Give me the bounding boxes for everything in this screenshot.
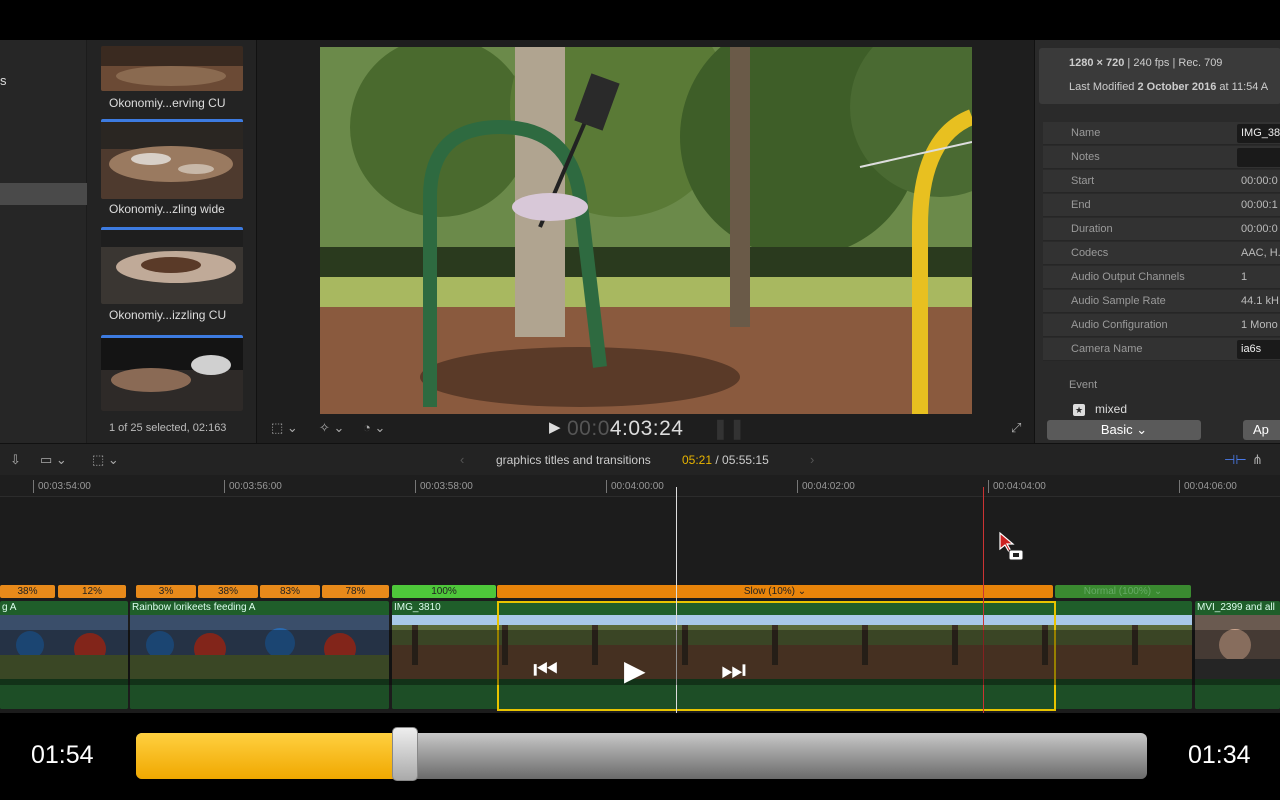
scrub-fill <box>136 733 405 779</box>
ruler-tick: 00:04:00:00 <box>606 480 664 493</box>
ruler-tick: 00:03:58:00 <box>415 480 473 493</box>
browser-clip-label: Okonomiy...izzling CU <box>109 308 227 322</box>
pause-icon: ❚❚ <box>712 418 746 440</box>
project-time: 05:21 / 05:55:15 <box>682 453 769 467</box>
append-icon[interactable]: ▭ ⌄ <box>40 452 67 468</box>
ruler-tick: 00:03:54:00 <box>33 480 91 493</box>
enhance-icon[interactable]: ✧ ⌄ <box>319 420 344 436</box>
audio-skimming-icon[interactable]: ⋔ <box>1252 452 1263 468</box>
remaining-time: 01:34 <box>1188 741 1251 769</box>
play-button[interactable]: ▶ <box>624 654 646 687</box>
viewer-toolbar: ⬚ ⌄ ✧ ⌄ ◔ ⌄ ▶ 00:04:03:24 ❚❚ ⤢ <box>257 414 1034 443</box>
browser-clip-label: Okonomiy...zling wide <box>109 202 225 216</box>
event-label: Event <box>1069 379 1098 391</box>
ruler-tick: 00:03:56:00 <box>224 480 282 493</box>
fcp-window: s Okonomiy...erving CU Okonomiy...zling … <box>0 0 1280 800</box>
clip-browser: Okonomiy...erving CU Okonomiy...zling wi… <box>87 40 257 443</box>
ruler-tick: 00:04:04:00 <box>988 480 1046 493</box>
fullscreen-icon[interactable]: ⤢ <box>1011 420 1021 436</box>
inspector: 1280 × 720 | 240 fps | Rec. 709 Last Mod… <box>1034 40 1280 443</box>
browser-clip-thumbnail[interactable] <box>101 335 243 411</box>
meta-row-audio-channels: Audio Output Channels 1 <box>1043 266 1280 289</box>
speed-segment[interactable]: 38% <box>0 585 55 598</box>
basic-view-button[interactable]: Basic ⌄ <box>1047 420 1201 440</box>
speed-segment[interactable]: 78% <box>322 585 389 598</box>
browser-clip-label: Okonomiy...erving CU <box>109 96 226 110</box>
viewer-video-frame[interactable] <box>320 47 972 414</box>
meta-row-sample-rate: Audio Sample Rate 44.1 kH <box>1043 290 1280 313</box>
back-icon[interactable]: ‹ <box>460 452 464 467</box>
speed-segment[interactable]: 83% <box>260 585 320 598</box>
meta-row-duration: Duration 00:00:0 <box>1043 218 1280 241</box>
timeline-header: ⇩ ▭ ⌄ ⬚ ⌄ ‹ graphics titles and transiti… <box>0 443 1280 475</box>
speed-segment[interactable]: 12% <box>58 585 126 598</box>
event-value: ★ mixed <box>1073 402 1128 416</box>
speed-segment-slow[interactable]: Slow (10%) ⌄ <box>497 585 1053 598</box>
selection-bar <box>101 335 243 338</box>
forward-icon[interactable]: › <box>810 452 814 467</box>
modified-info: Last Modified 2 October 2016 at 11:54 A <box>1069 81 1269 93</box>
timeline-body[interactable]: 38% 12% 3% 38% 83% 78% 100% Slow (10%) ⌄… <box>0 487 1280 713</box>
browser-selection-status: 1 of 25 selected, 02:163 <box>109 422 227 434</box>
play-icon[interactable]: ▶ <box>549 418 561 436</box>
inspector-footer: Basic ⌄ Ap <box>1035 416 1280 443</box>
meta-row-camera-name: Camera Name ia6s <box>1043 338 1280 361</box>
browser-clip-thumbnail[interactable] <box>101 46 243 91</box>
meta-row-audio-config: Audio Configuration 1 Mono <box>1043 314 1280 337</box>
apply-button[interactable]: Ap <box>1243 420 1280 440</box>
next-icon[interactable]: ⏭ <box>721 654 746 687</box>
viewer: ⬚ ⌄ ✧ ⌄ ◔ ⌄ ▶ 00:04:03:24 ❚❚ ⤢ <box>257 40 1034 443</box>
speed-segment-normal[interactable]: Normal (100%) ⌄ <box>1055 585 1191 598</box>
sidebar-selected-item[interactable] <box>0 183 87 205</box>
scrub-bar: 01:54 01:34 <box>0 713 1280 800</box>
retime-cursor-icon <box>999 531 1024 561</box>
speed-segment[interactable]: 38% <box>198 585 258 598</box>
tool-icon[interactable]: ⬚ ⌄ <box>92 452 119 468</box>
meta-row-start: Start 00:00:0 <box>1043 170 1280 193</box>
meta-row-end: End 00:00:1 <box>1043 194 1280 217</box>
project-name: graphics titles and transitions <box>496 453 651 467</box>
format-info: 1280 × 720 | 240 fps | Rec. 709 <box>1069 57 1223 69</box>
ruler-tick: 00:04:02:00 <box>797 480 855 493</box>
selection-bar <box>101 227 243 230</box>
speed-segment[interactable]: 3% <box>136 585 196 598</box>
selection-bar <box>101 119 243 122</box>
ruler-tick: 00:04:06:00 <box>1179 480 1237 493</box>
star-icon: ★ <box>1073 404 1085 416</box>
browser-clip-thumbnail[interactable] <box>101 119 243 199</box>
notes-field[interactable] <box>1237 148 1280 167</box>
scrub-handle[interactable] <box>392 727 418 781</box>
previous-icon[interactable]: ⏮ <box>533 654 558 687</box>
timeline-ruler[interactable]: 00:03:54:00 00:03:56:00 00:03:58:00 00:0… <box>0 475 1280 497</box>
elapsed-time: 01:54 <box>31 741 94 769</box>
timecode-main: 4:03:24 <box>609 417 684 440</box>
import-icon[interactable]: ⇩ <box>10 452 21 468</box>
viewer-timecode: 00:04:03:24 <box>567 417 683 441</box>
inspector-header: 1280 × 720 | 240 fps | Rec. 709 Last Mod… <box>1039 48 1280 104</box>
sidebar-label: s <box>0 73 7 88</box>
scrub-track[interactable] <box>136 733 1147 779</box>
timecode-dim: 00:0 <box>567 417 610 440</box>
meta-row-codecs: Codecs AAC, H. <box>1043 242 1280 265</box>
library-sidebar: s <box>0 40 87 443</box>
crop-icon[interactable]: ⬚ ⌄ <box>271 420 298 436</box>
browser-clip-thumbnail[interactable] <box>101 227 243 304</box>
retime-icon[interactable]: ◔ ⌄ <box>363 420 385 436</box>
meta-row-name: NameIMG_381 <box>1043 122 1280 145</box>
meta-row-notes: Notes <box>1043 146 1280 169</box>
skimming-icon[interactable]: ⊣⊢ <box>1224 452 1247 468</box>
top-bar <box>0 0 1280 40</box>
speed-segment[interactable]: 100% <box>392 585 496 598</box>
